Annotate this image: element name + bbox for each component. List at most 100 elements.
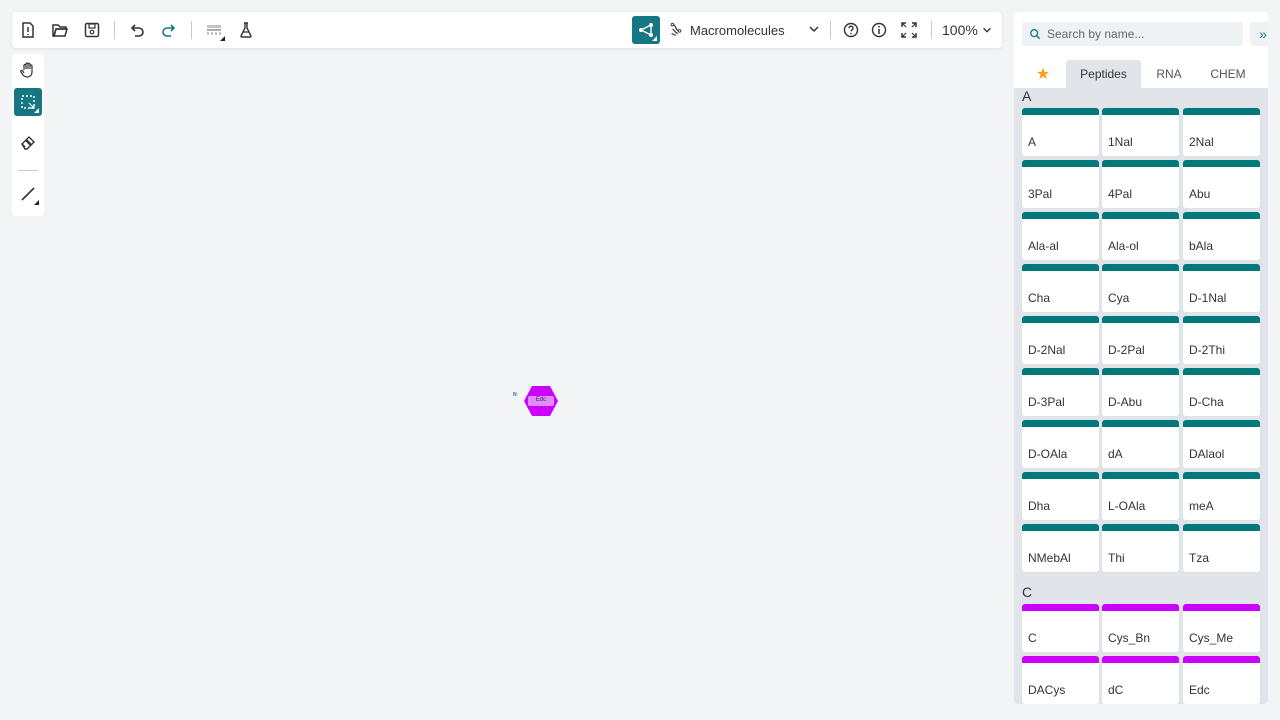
monomer-card[interactable]: DACys [1022, 656, 1099, 704]
monomer-card[interactable]: A [1022, 108, 1099, 156]
new-file-icon [22, 22, 34, 38]
left-toolbar [12, 54, 44, 216]
tab-rna[interactable]: RNA [1147, 60, 1191, 88]
redo-icon [162, 24, 176, 37]
top-toolbar: Macromolecules 100% [12, 12, 1002, 48]
tab-label: Peptides [1080, 67, 1127, 81]
monomer-card[interactable]: Cha [1022, 264, 1099, 312]
monomer-color-bar [1183, 420, 1260, 427]
monomer-color-bar [1022, 656, 1099, 663]
tab-peptides[interactable]: Peptides [1066, 60, 1141, 88]
monomer-card[interactable]: D-OAla [1022, 420, 1099, 468]
zoom-dropdown[interactable]: 100% [942, 16, 998, 44]
monomer-color-bar [1183, 604, 1260, 611]
monomer-color-bar [1183, 656, 1260, 663]
monomer-name: Cys_Me [1189, 631, 1234, 645]
monomer-card[interactable]: Thi [1102, 524, 1179, 572]
collapse-library-button[interactable]: » [1250, 22, 1268, 46]
undo-button[interactable] [123, 16, 151, 44]
monomer-color-bar [1022, 160, 1099, 167]
monomer-card[interactable]: 2Nal [1183, 108, 1260, 156]
monomer-color-bar [1102, 656, 1179, 663]
monomer-card[interactable]: D-3Pal [1022, 368, 1099, 416]
bond-tool-button[interactable] [14, 180, 42, 208]
monomer-color-bar [1022, 368, 1099, 375]
monomer-color-bar [1102, 316, 1179, 323]
monomer-name: 3Pal [1028, 187, 1053, 201]
sequence-layout-button[interactable] [200, 16, 228, 44]
monomer-color-bar [1022, 524, 1099, 531]
calculate-properties-button[interactable] [232, 16, 260, 44]
about-button[interactable] [865, 16, 893, 44]
submenu-indicator [652, 36, 657, 41]
library-tabs: ★ Peptides RNA CHEM [1014, 60, 1268, 88]
monomer-card[interactable]: Dha [1022, 472, 1099, 520]
new-file-button[interactable] [14, 16, 42, 44]
monomer-card[interactable]: Ala-ol [1102, 212, 1179, 260]
fullscreen-button[interactable] [895, 16, 923, 44]
monomer-card[interactable]: Tza [1183, 524, 1260, 572]
hand-tool-button[interactable] [14, 56, 42, 84]
monomer-card[interactable]: 3Pal [1022, 160, 1099, 208]
monomer-card[interactable]: Abu [1183, 160, 1260, 208]
monomer-card[interactable]: C [1022, 604, 1099, 652]
eraser-icon [21, 136, 35, 150]
redo-button[interactable] [155, 16, 183, 44]
monomer-card[interactable]: Cys_Me [1183, 604, 1260, 652]
toolbar-divider [191, 21, 192, 39]
monomer-card[interactable]: D-2Thi [1183, 316, 1260, 364]
monomer-card[interactable]: meA [1183, 472, 1260, 520]
open-file-button[interactable] [46, 16, 74, 44]
monomer-card[interactable]: NMebAl [1022, 524, 1099, 572]
monomer-name: Abu [1189, 187, 1211, 201]
monomer-card[interactable]: D-Abu [1102, 368, 1179, 416]
monomer-name: DACys [1028, 683, 1066, 697]
select-rectangle-button[interactable] [14, 88, 42, 116]
monomer-name: Cys_Bn [1108, 631, 1151, 645]
layout-mode-button[interactable] [632, 16, 660, 44]
editor-canvas[interactable]: N Edc [44, 48, 1012, 720]
monomer-color-bar [1022, 212, 1099, 219]
monomer-name: A [1028, 135, 1037, 149]
folder-open-icon [52, 24, 68, 37]
monomer-name: NMebAl [1028, 551, 1071, 565]
monomer-card[interactable]: Cya [1102, 264, 1179, 312]
monomer-card[interactable]: L-OAla [1102, 472, 1179, 520]
group-title: A [1022, 88, 1032, 104]
monomer-color-bar [1102, 472, 1179, 479]
monomer-card[interactable]: bAla [1183, 212, 1260, 260]
monomer-name: 1Nal [1108, 135, 1133, 149]
tab-chem[interactable]: CHEM [1198, 60, 1258, 88]
monomer-card[interactable]: D-1Nal [1183, 264, 1260, 312]
mode-selector[interactable]: Macromolecules [668, 16, 823, 44]
monomer-color-bar [1102, 160, 1179, 167]
monomer-card[interactable]: dA [1102, 420, 1179, 468]
monomer-color-bar [1102, 264, 1179, 271]
search-input[interactable] [1047, 27, 1237, 41]
tab-favorites[interactable]: ★ [1028, 60, 1058, 88]
monomer-color-bar [1102, 108, 1179, 115]
monomer-color-bar [1102, 212, 1179, 219]
monomer-color-bar [1022, 316, 1099, 323]
monomer-card[interactable]: DAlaol [1183, 420, 1260, 468]
monomer-card[interactable]: Ala-al [1022, 212, 1099, 260]
monomer-name: L-OAla [1108, 499, 1146, 513]
monomer-card[interactable]: 1Nal [1102, 108, 1179, 156]
monomer-name: D-Cha [1189, 395, 1224, 409]
info-icon [871, 22, 887, 38]
monomer-edc[interactable]: Edc [523, 385, 559, 417]
help-button[interactable] [837, 16, 865, 44]
monomer-color-bar [1183, 368, 1260, 375]
monomer-card[interactable]: D-2Pal [1102, 316, 1179, 364]
monomer-card[interactable]: Edc [1183, 656, 1260, 704]
monomer-card[interactable]: D-2Nal [1022, 316, 1099, 364]
monomer-name: Cha [1028, 291, 1051, 305]
toolbar-divider [18, 170, 38, 171]
monomer-card[interactable]: dC [1102, 656, 1179, 704]
monomer-name: D-3Pal [1028, 395, 1065, 409]
monomer-card[interactable]: 4Pal [1102, 160, 1179, 208]
monomer-card[interactable]: Cys_Bn [1102, 604, 1179, 652]
erase-button[interactable] [14, 128, 42, 156]
monomer-card[interactable]: D-Cha [1183, 368, 1260, 416]
save-button[interactable] [78, 16, 106, 44]
